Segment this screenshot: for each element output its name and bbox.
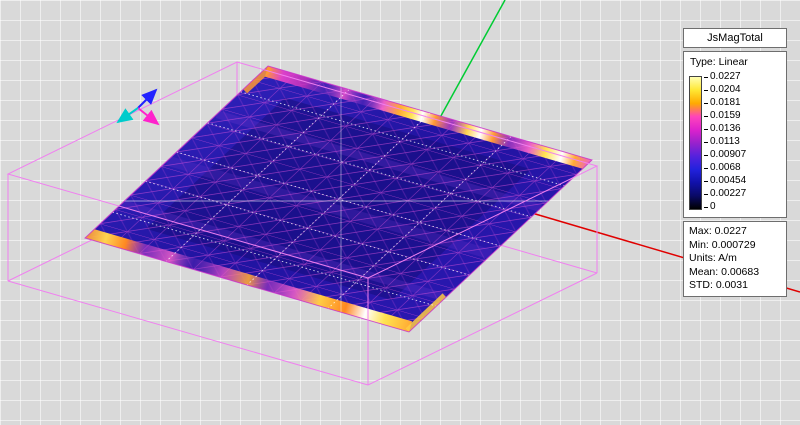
scale-value: 0.0159: [704, 111, 746, 121]
legend-panel: JsMagTotal Type: Linear 0.0227 0.0204 0.01…: [683, 28, 787, 300]
legend-stats-panel: Max: 0.0227 Min: 0.000729 Units: A/m Mea…: [683, 221, 787, 297]
stat-mean: Mean: 0.00683: [689, 266, 781, 280]
orientation-triad[interactable]: [118, 90, 158, 124]
scale-value: 0.0068: [704, 163, 746, 173]
scale-value: 0.0136: [704, 124, 746, 134]
scale-value: 0.0204: [704, 85, 746, 95]
legend-title: JsMagTotal: [683, 28, 787, 48]
stat-units: Units: A/m: [689, 252, 781, 266]
scale-value: 0.00227: [704, 189, 746, 199]
surface-current-plot[interactable]: [85, 66, 592, 332]
triad-magenta-arrow: [138, 108, 158, 124]
scale-value: 0.0181: [704, 98, 746, 108]
legend-type-label: Type: Linear: [690, 56, 781, 68]
scale-value: 0.0113: [704, 137, 746, 147]
legend-scale-panel: Type: Linear 0.02270.02040.01810.01590.0…: [683, 51, 787, 218]
triad-blue-arrow: [138, 90, 156, 108]
scale-value: 0.00907: [704, 150, 746, 160]
stat-std: STD: 0.0031: [689, 279, 781, 293]
viewport-3d[interactable]: [0, 0, 800, 425]
legend-colorbar: [689, 76, 702, 210]
legend-scale-values: 0.0227 0.0204 0.0181 0.0159 0.0136 0.0113 0.00…: [704, 72, 746, 212]
stat-min: Min: 0.000729: [689, 239, 781, 253]
scale-value: 0.00454: [704, 176, 746, 186]
scale-value: 0.0227: [704, 72, 746, 82]
triad-cyan-arrow: [118, 108, 138, 122]
stat-max: Max: 0.0227: [689, 225, 781, 239]
scale-value: 0: [704, 202, 746, 212]
